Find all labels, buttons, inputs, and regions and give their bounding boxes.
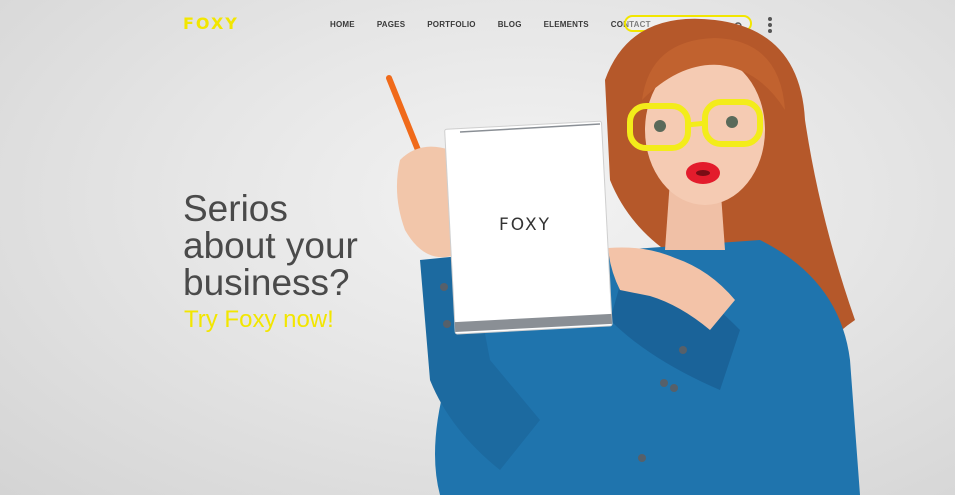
- headline-line-3: business?: [183, 262, 350, 303]
- headline-line-2: about your: [183, 225, 358, 266]
- hero-image: FOXY: [386, 18, 860, 495]
- nav-item-home[interactable]: HOME: [330, 20, 355, 29]
- site-logo[interactable]: FOXY: [183, 14, 239, 33]
- notepad-logo-text: FOXY: [499, 215, 551, 235]
- hero-headline: Serios about your business?: [183, 190, 383, 301]
- headline-line-1: Serios: [183, 188, 288, 229]
- cta-link[interactable]: Try Foxy now!: [184, 306, 334, 334]
